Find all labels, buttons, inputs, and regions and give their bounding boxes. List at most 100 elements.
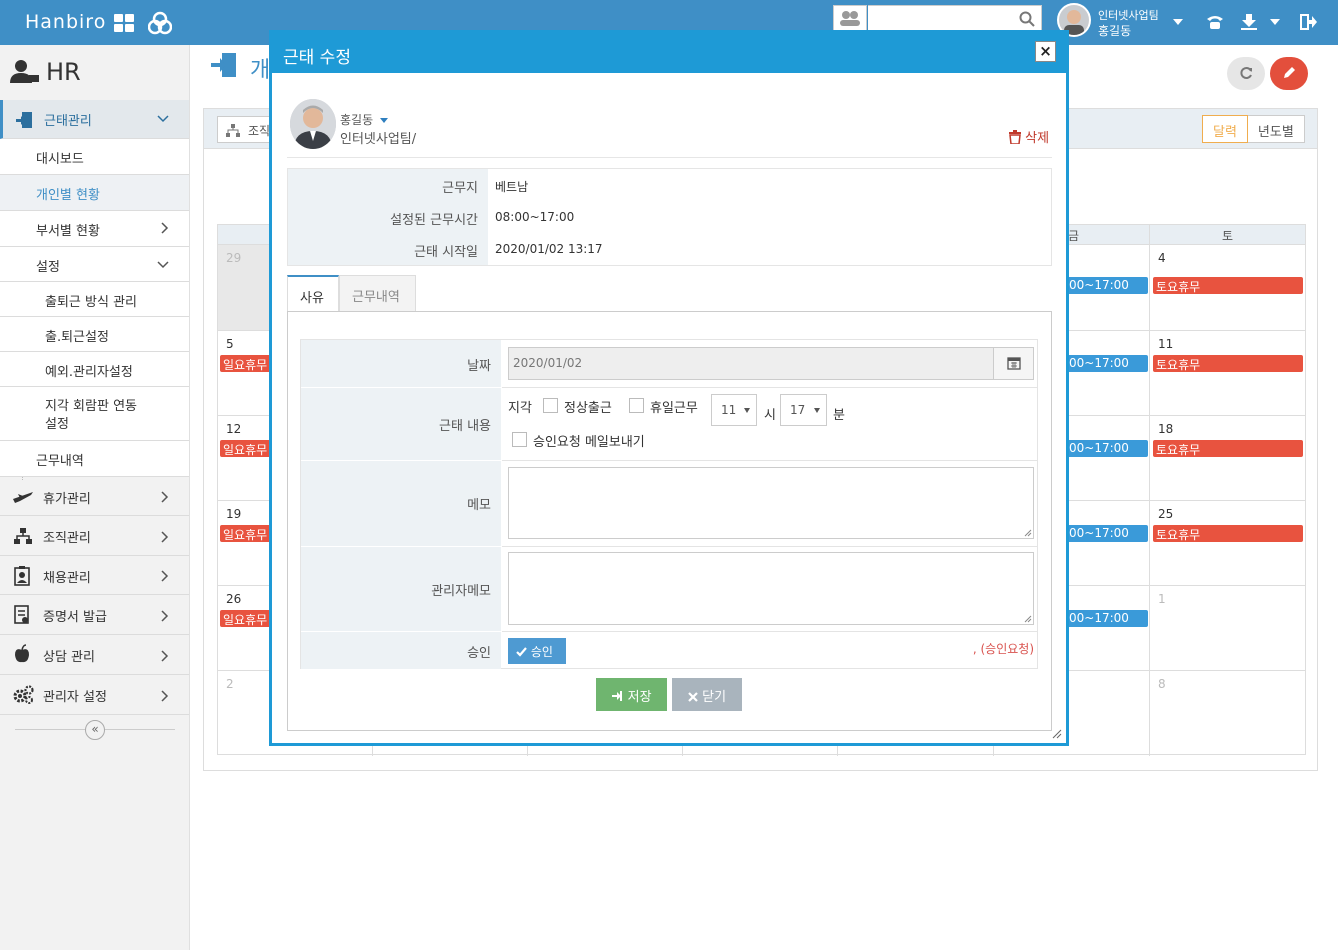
main-title: 개	[250, 58, 271, 83]
calendar-day-4[interactable]: 4 토요휴무	[1150, 245, 1306, 331]
save-button[interactable]: 저장	[596, 678, 667, 711]
attendance-info-table: 근무지 베트남 설정된 근무시간 08:00~17:00 근태 시작일 2020/01…	[287, 168, 1052, 266]
sidebar-item-dashboard[interactable]: 대시보드	[0, 139, 189, 175]
sidebar-item-certificate[interactable]: 증명서 발급	[0, 595, 189, 635]
sidebar-item-admin-settings[interactable]: 관리자 설정	[0, 675, 189, 715]
minute-unit: 분	[833, 408, 845, 423]
hour-unit: 시	[764, 408, 776, 423]
close-icon	[688, 692, 698, 702]
tab-panel-reason: 날짜 2020/01/02 근태 내용 지각 정상출근 휴일근무 11 시 17…	[287, 311, 1052, 731]
approve-button[interactable]: 승인	[508, 638, 566, 664]
sidebar-item-attendance[interactable]: 근태관리	[0, 100, 189, 139]
event-worktime[interactable]: 00~17:00	[1066, 440, 1148, 457]
approve-label: 승인	[301, 631, 501, 669]
certificate-icon	[14, 605, 29, 624]
chevron-right-icon	[161, 491, 169, 503]
sidebar-item-counsel[interactable]: 상담 관리	[0, 635, 189, 675]
modal-user-name[interactable]: 홍길동	[340, 111, 388, 128]
id-badge-icon	[14, 566, 30, 586]
memo-textarea[interactable]	[508, 467, 1034, 539]
chevron-down-icon[interactable]	[1270, 19, 1280, 25]
apps-grid-icon[interactable]	[114, 14, 136, 34]
date-field[interactable]: 2020/01/02	[508, 347, 1034, 380]
hour-select[interactable]: 11	[711, 394, 757, 426]
event-worktime[interactable]: 00~17:00	[1066, 525, 1148, 542]
chevron-down-icon	[157, 261, 169, 269]
calendar-day-18[interactable]: 18 토요휴무	[1150, 416, 1306, 501]
tab-work-history[interactable]: 근무내역	[339, 275, 416, 312]
search-input[interactable]	[868, 5, 1042, 31]
logout-icon[interactable]	[1300, 13, 1318, 31]
edit-button[interactable]	[1270, 57, 1308, 90]
holiday-work-checkbox[interactable]	[629, 398, 644, 413]
sidebar-item-exception-admin[interactable]: 예외.관리자설정	[0, 352, 189, 387]
view-yearly-button[interactable]: 년도별	[1247, 115, 1305, 143]
admin-memo-textarea[interactable]	[508, 552, 1034, 625]
resize-grip-icon[interactable]	[1052, 729, 1062, 739]
mail-checkbox[interactable]	[512, 432, 527, 447]
sidebar-item-commute-settings[interactable]: 출.퇴근설정	[0, 317, 189, 352]
chevron-down-icon[interactable]	[1173, 19, 1183, 25]
attendance-form: 날짜 2020/01/02 근태 내용 지각 정상출근 휴일근무 11 시 17…	[300, 339, 1038, 669]
calendar-day-25[interactable]: 25 토요휴무	[1150, 501, 1306, 586]
chevron-down-icon[interactable]	[379, 118, 388, 123]
user-dept: 인터넷사업팀	[1098, 9, 1159, 22]
event-saturday-off[interactable]: 토요휴무	[1153, 525, 1303, 542]
save-icon	[612, 691, 623, 701]
search-icon[interactable]	[1019, 11, 1035, 27]
gears-icon	[13, 685, 34, 704]
refresh-button[interactable]	[1227, 57, 1265, 90]
calendar-day-11[interactable]: 11 토요휴무	[1150, 331, 1306, 416]
admin-memo-label: 관리자메모	[301, 546, 501, 631]
user-name: 홍길동	[1098, 24, 1132, 38]
attendance-edit-modal: 근태 수정 × 홍길동 인터넷사업팀/ 삭제 근무지 베트남 설정된 근무시간 08…	[269, 30, 1069, 746]
sitemap-icon	[226, 124, 240, 137]
sitemap-icon	[14, 528, 32, 544]
download-icon[interactable]	[1240, 13, 1258, 31]
sidebar-item-settings[interactable]: 설정	[0, 247, 189, 282]
sidebar-item-work-history[interactable]: 근무내역	[0, 441, 189, 477]
sidebar-item-commute-method[interactable]: 출퇴근 방식 관리	[0, 282, 189, 317]
normal-checkbox[interactable]	[543, 398, 558, 413]
event-worktime[interactable]: 00~17:00	[1066, 277, 1148, 294]
event-saturday-off[interactable]: 토요휴무	[1153, 440, 1303, 457]
approve-status: , (승인요청)	[972, 642, 1034, 656]
brand-logo[interactable]: Hanbiro	[25, 11, 106, 33]
close-icon[interactable]: ×	[1035, 41, 1056, 62]
sidebar-item-dept-status[interactable]: 부서별 현황	[0, 211, 189, 247]
calendar-day-8[interactable]: 8	[1150, 671, 1306, 756]
event-saturday-off[interactable]: 토요휴무	[1153, 355, 1303, 372]
event-saturday-off[interactable]: 토요휴무	[1153, 277, 1303, 294]
tab-reason[interactable]: 사유	[287, 275, 339, 312]
check-icon	[516, 647, 527, 657]
hanbiro-logo-icon[interactable]	[148, 11, 172, 35]
event-worktime[interactable]: 00~17:00	[1066, 610, 1148, 627]
calendar-day-1[interactable]: 1	[1150, 586, 1306, 671]
mail-label: 승인요청 메일보내기	[533, 435, 645, 450]
collapse-sidebar-button[interactable]: «	[85, 720, 105, 740]
minute-select[interactable]: 17	[780, 394, 827, 426]
info-row-workplace: 근무지 베트남	[288, 169, 1051, 201]
content-label: 근태 내용	[301, 387, 501, 460]
sidebar-item-recruit[interactable]: 채용관리	[0, 556, 189, 595]
event-worktime[interactable]: 00~17:00	[1066, 355, 1148, 372]
info-row-start-date: 근태 시작일 2020/01/02 13:17	[288, 233, 1051, 265]
close-button[interactable]: 닫기	[672, 678, 742, 711]
plane-icon	[13, 492, 33, 503]
calendar-icon[interactable]	[993, 348, 1033, 379]
sidebar-item-late-board[interactable]: 지각 회람판 연동 설정	[0, 387, 189, 441]
sidebar-item-personal-status[interactable]: 개인별 현황	[0, 175, 189, 211]
view-calendar-button[interactable]: 달력	[1202, 115, 1248, 143]
resize-grip-icon[interactable]	[1024, 529, 1032, 537]
phone-icon[interactable]	[1205, 13, 1225, 31]
refresh-icon	[1240, 67, 1252, 79]
delete-button[interactable]: 삭제	[1009, 127, 1049, 146]
sidebar-item-organization[interactable]: 조직관리	[0, 516, 189, 556]
sidebar-item-leave[interactable]: 휴가관리	[0, 477, 189, 516]
resize-grip-icon[interactable]	[1024, 615, 1032, 623]
user-group-icon[interactable]	[833, 5, 867, 31]
hr-icon	[10, 60, 39, 83]
memo-label: 메모	[301, 460, 501, 546]
chevron-right-icon	[161, 610, 169, 622]
org-select-button[interactable]: 조직	[217, 116, 277, 143]
